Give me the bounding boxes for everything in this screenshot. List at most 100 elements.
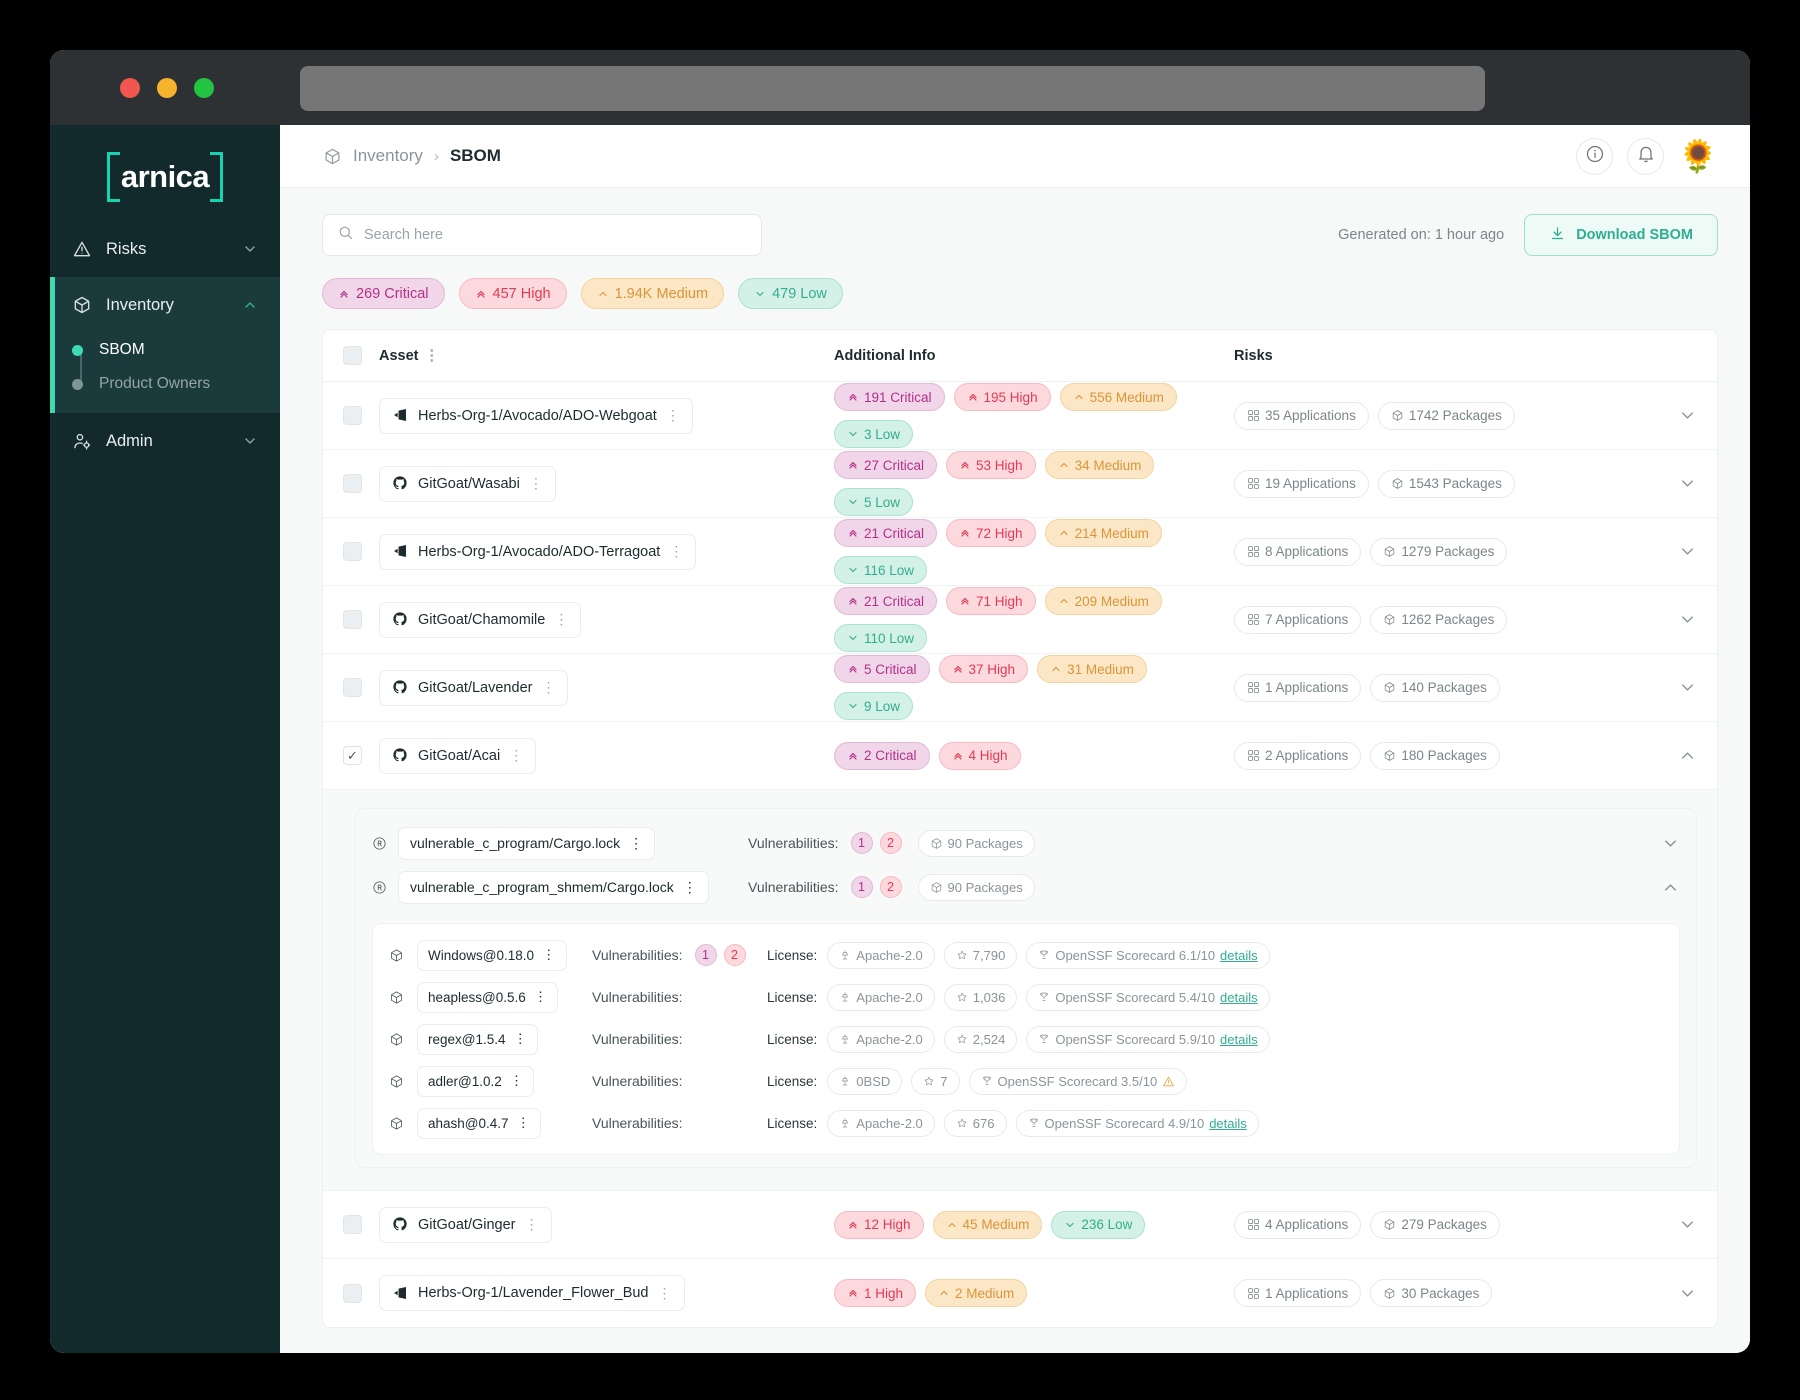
- severity-badge-critical[interactable]: 191 Critical: [834, 383, 945, 411]
- sidebar-item-admin[interactable]: Admin: [50, 413, 280, 469]
- expand-row-button[interactable]: [1678, 406, 1697, 425]
- close-window-button[interactable]: [120, 77, 140, 98]
- summary-chip-medium[interactable]: 1.94K Medium: [580, 278, 725, 309]
- kebab-icon[interactable]: ⋮: [629, 835, 643, 852]
- asset-name-pill[interactable]: Herbs-Org-1/Avocado/ADO-Terragoat ⋮: [379, 533, 697, 570]
- sidebar-item-inventory[interactable]: Inventory: [50, 277, 280, 333]
- risk-badge[interactable]: 30 Packages: [1370, 1279, 1493, 1307]
- expand-manifest-button[interactable]: [1661, 834, 1680, 853]
- row-checkbox[interactable]: [343, 610, 362, 629]
- manifest-name-pill[interactable]: vulnerable_c_program_shmem/Cargo.lock ⋮: [398, 870, 709, 904]
- kebab-icon[interactable]: ⋮: [514, 1031, 528, 1047]
- expand-row-button[interactable]: [1678, 1215, 1697, 1234]
- row-checkbox[interactable]: [343, 678, 362, 697]
- download-sbom-button[interactable]: Download SBOM: [1524, 214, 1718, 256]
- kebab-icon[interactable]: ⋮: [510, 1073, 524, 1089]
- search-box[interactable]: [322, 214, 762, 256]
- expand-row-button[interactable]: [1678, 678, 1697, 697]
- severity-badge-high[interactable]: 4 High: [938, 741, 1021, 770]
- address-bar[interactable]: [300, 66, 1485, 111]
- risk-badge[interactable]: 1 Applications: [1234, 1279, 1362, 1307]
- license-badge[interactable]: 0BSD: [827, 1067, 903, 1095]
- risk-badge[interactable]: 1543 Packages: [1377, 469, 1515, 498]
- severity-badge-medium[interactable]: 2 Medium: [925, 1279, 1028, 1307]
- packages-badge[interactable]: 90 Packages: [917, 829, 1035, 857]
- table-row[interactable]: Herbs-Org-1/Avocado/ADO-Webgoat ⋮ 191 Crit…: [323, 382, 1717, 450]
- license-badge[interactable]: Apache-2.0: [827, 941, 935, 969]
- minimize-window-button[interactable]: [157, 77, 177, 98]
- row-checkbox[interactable]: [343, 1215, 362, 1234]
- info-button[interactable]: [1576, 137, 1613, 175]
- openssf-scorecard-badge[interactable]: OpenSSF Scorecard 6.1/10 details: [1026, 941, 1270, 969]
- notifications-button[interactable]: [1627, 137, 1664, 175]
- column-header-asset[interactable]: Asset ⋮: [379, 348, 834, 364]
- kebab-icon[interactable]: ⋮: [542, 947, 556, 963]
- stars-badge[interactable]: 7: [911, 1067, 960, 1095]
- scorecard-details-link[interactable]: details: [1209, 1116, 1247, 1131]
- severity-badge-high[interactable]: 1 High: [834, 1279, 917, 1307]
- collapse-row-button[interactable]: [1678, 746, 1697, 765]
- asset-name-pill[interactable]: GitGoat/Acai ⋮: [379, 737, 537, 774]
- license-badge[interactable]: Apache-2.0: [827, 1109, 935, 1137]
- summary-chip-high[interactable]: 457 High: [458, 278, 567, 309]
- avatar[interactable]: 🌻: [1678, 136, 1718, 176]
- stars-badge[interactable]: 676: [943, 1109, 1007, 1137]
- kebab-icon[interactable]: ⋮: [683, 879, 697, 896]
- severity-badge-medium[interactable]: 556 Medium: [1059, 383, 1177, 411]
- severity-badge-medium[interactable]: 45 Medium: [932, 1210, 1043, 1239]
- row-checkbox[interactable]: [343, 542, 362, 561]
- severity-badge-critical[interactable]: 27 Critical: [834, 451, 938, 479]
- severity-badge-medium[interactable]: 34 Medium: [1044, 451, 1155, 479]
- risk-badge[interactable]: 279 Packages: [1370, 1210, 1500, 1239]
- table-row[interactable]: ✓ GitGoat/Acai ⋮ 2 Critical 4 High 2 Applicat…: [323, 722, 1717, 790]
- risk-badge[interactable]: 1262 Packages: [1370, 605, 1508, 634]
- license-badge[interactable]: Apache-2.0: [827, 1025, 935, 1053]
- manifest-name-pill[interactable]: vulnerable_c_program/Cargo.lock ⋮: [398, 826, 656, 860]
- kebab-icon[interactable]: ⋮: [541, 679, 555, 696]
- severity-badge-high[interactable]: 37 High: [938, 655, 1029, 683]
- kebab-icon[interactable]: ⋮: [534, 989, 548, 1005]
- risk-badge[interactable]: 35 Applications: [1234, 401, 1369, 430]
- kebab-icon[interactable]: ⋮: [425, 348, 440, 364]
- openssf-scorecard-badge[interactable]: OpenSSF Scorecard 3.5/10: [968, 1067, 1188, 1095]
- severity-badge-critical[interactable]: 21 Critical: [834, 587, 938, 615]
- kebab-icon[interactable]: ⋮: [658, 1285, 672, 1302]
- risk-badge[interactable]: 1 Applications: [1234, 673, 1362, 702]
- table-row[interactable]: GitGoat/Ginger ⋮ 12 High 45 Medium 236 Low 4 …: [323, 1191, 1717, 1259]
- openssf-scorecard-badge[interactable]: OpenSSF Scorecard 5.4/10 details: [1026, 983, 1270, 1011]
- sidebar-item-sbom[interactable]: SBOM: [50, 333, 280, 367]
- risk-badge[interactable]: 7 Applications: [1234, 605, 1362, 634]
- package-name-pill[interactable]: ahash@0.4.7 ⋮: [417, 1107, 542, 1139]
- package-name-pill[interactable]: adler@1.0.2 ⋮: [417, 1065, 535, 1097]
- table-row[interactable]: Herbs-Org-1/Avocado/ADO-Terragoat ⋮ 21 Cri…: [323, 518, 1717, 586]
- severity-badge-low[interactable]: 116 Low: [834, 556, 928, 584]
- asset-name-pill[interactable]: Herbs-Org-1/Avocado/ADO-Webgoat ⋮: [379, 397, 693, 434]
- table-row[interactable]: Herbs-Org-1/Lavender_Flower_Bud ⋮ 1 High 2 …: [323, 1259, 1717, 1327]
- kebab-icon[interactable]: ⋮: [529, 475, 543, 492]
- sidebar-item-product-owners[interactable]: Product Owners: [50, 367, 280, 401]
- table-row[interactable]: GitGoat/Chamomile ⋮ 21 Critical 71 High 209 …: [323, 586, 1717, 654]
- severity-badge-medium[interactable]: 214 Medium: [1044, 519, 1162, 547]
- severity-badge-low[interactable]: 9 Low: [834, 692, 914, 720]
- package-name-pill[interactable]: Windows@0.18.0 ⋮: [417, 939, 567, 971]
- risk-badge[interactable]: 140 Packages: [1370, 673, 1500, 702]
- table-row[interactable]: GitGoat/Wasabi ⋮ 27 Critical 53 High 34 Medi…: [323, 450, 1717, 518]
- kebab-icon[interactable]: ⋮: [666, 407, 680, 424]
- expand-row-button[interactable]: [1678, 474, 1697, 493]
- scorecard-details-link[interactable]: details: [1220, 1032, 1258, 1047]
- risk-badge[interactable]: 8 Applications: [1234, 537, 1362, 566]
- severity-badge-critical[interactable]: 21 Critical: [834, 519, 938, 547]
- severity-badge-high[interactable]: 72 High: [946, 519, 1036, 547]
- asset-name-pill[interactable]: GitGoat/Ginger ⋮: [379, 1206, 552, 1243]
- severity-badge-low[interactable]: 110 Low: [834, 624, 928, 652]
- stars-badge[interactable]: 2,524: [943, 1025, 1018, 1053]
- severity-badge-low[interactable]: 236 Low: [1051, 1210, 1146, 1239]
- risk-badge[interactable]: 2 Applications: [1234, 741, 1362, 770]
- package-name-pill[interactable]: heapless@0.5.6 ⋮: [417, 981, 559, 1013]
- kebab-icon[interactable]: ⋮: [554, 611, 568, 628]
- stars-badge[interactable]: 7,790: [943, 941, 1018, 969]
- license-badge[interactable]: Apache-2.0: [827, 983, 935, 1011]
- severity-badge-critical[interactable]: 5 Critical: [834, 655, 930, 683]
- breadcrumb-inventory[interactable]: Inventory: [353, 146, 423, 166]
- row-checkbox[interactable]: ✓: [343, 746, 362, 765]
